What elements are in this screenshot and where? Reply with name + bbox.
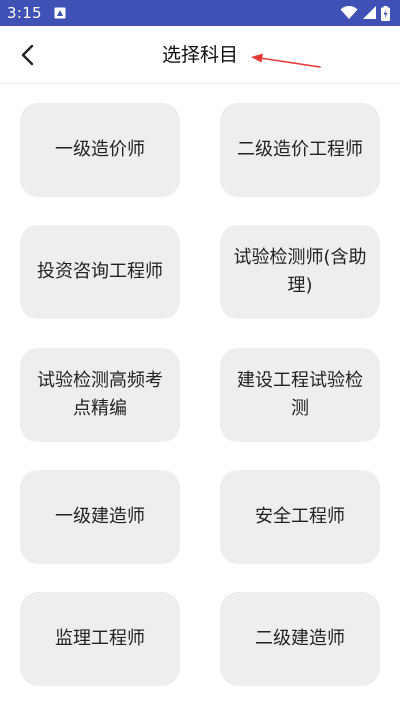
status-bar: 3:15 (0, 0, 400, 26)
chevron-left-icon (21, 44, 34, 66)
app-bar: 选择科目 (0, 26, 400, 84)
app-notification-icon (54, 7, 66, 19)
subject-card[interactable]: 监理工程师 (20, 592, 180, 686)
subject-card[interactable]: 二级造价工程师 (220, 103, 380, 197)
subject-card[interactable]: 一级造价师 (20, 103, 180, 197)
signal-icon (363, 6, 376, 19)
subject-card[interactable]: 一级建造师 (20, 470, 180, 564)
subject-card[interactable]: 建设工程试验检测 (220, 348, 380, 442)
subject-label: 试验检测高频考点精编 (37, 370, 163, 419)
status-time: 3:15 (7, 4, 42, 22)
subject-label: 一级建造师 (55, 506, 145, 527)
subject-card[interactable]: 试验检测高频考点精编 (20, 348, 180, 442)
subject-label: 建设工程试验检测 (237, 370, 363, 419)
subject-label: 安全工程师 (255, 506, 345, 527)
status-icons (340, 5, 390, 21)
back-button[interactable] (10, 38, 44, 72)
red-arrow-icon (251, 53, 321, 68)
page-title: 选择科目 (161, 44, 238, 66)
subject-card[interactable]: 试验检测师(含助理) (220, 225, 380, 319)
battery-charging-icon (381, 5, 390, 21)
subject-label: 二级建造师 (255, 628, 345, 649)
subject-card[interactable]: 二级建造师 (220, 592, 380, 686)
subject-label: 一级造价师 (55, 139, 145, 160)
subject-label: 试验检测师(含助理) (233, 247, 367, 296)
subject-label: 监理工程师 (55, 628, 145, 649)
subject-card[interactable]: 安全工程师 (220, 470, 380, 564)
subject-card[interactable]: 投资咨询工程师 (20, 225, 180, 319)
subject-label: 二级造价工程师 (237, 139, 363, 160)
subject-label: 投资咨询工程师 (37, 261, 163, 282)
wifi-icon (340, 6, 358, 19)
